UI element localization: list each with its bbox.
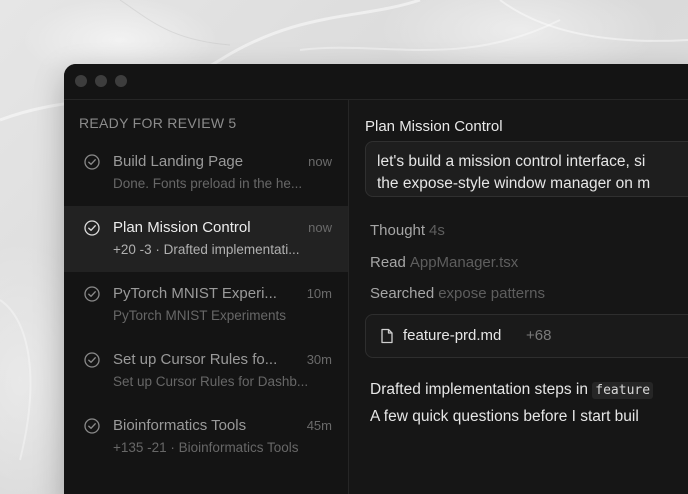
- step-searched[interactable]: Searched expose patterns: [370, 285, 545, 302]
- task-subtitle: +20 -3 · Drafted implementati...: [113, 242, 300, 257]
- task-title: PyTorch MNIST Experi...: [113, 285, 277, 302]
- task-time: 45m: [306, 418, 332, 433]
- step-label: Thought: [370, 222, 426, 239]
- check-circle-icon: [84, 154, 100, 170]
- section-count: 5: [228, 115, 237, 131]
- maximize-window-button[interactable]: [115, 75, 127, 87]
- step-read[interactable]: Read AppManager.tsx: [370, 254, 518, 271]
- check-circle-icon: [84, 220, 100, 236]
- step-detail: expose patterns: [438, 285, 545, 302]
- task-time: 10m: [306, 286, 332, 301]
- prompt-line: the expose-style window manager on m: [377, 175, 651, 192]
- task-item-plan-mission-control[interactable]: Plan Mission Control now +20 -3 · Drafte…: [64, 206, 348, 272]
- task-title: Plan Mission Control: [113, 219, 251, 236]
- section-title: READY FOR REVIEW: [79, 115, 225, 131]
- task-item-build-landing-page[interactable]: Build Landing Page now Done. Fonts prelo…: [64, 140, 348, 206]
- step-detail: 4s: [429, 222, 445, 239]
- app-window: READY FOR REVIEW 5 Build Landing Page now…: [64, 64, 688, 494]
- assistant-response: Drafted implementation steps in feature …: [370, 377, 654, 430]
- check-circle-icon: [84, 286, 100, 302]
- response-line: Drafted implementation steps in feature: [370, 377, 654, 404]
- prompt-line: let's build a mission control interface,…: [377, 153, 646, 170]
- sidebar: READY FOR REVIEW 5 Build Landing Page now…: [64, 100, 349, 494]
- step-label: Read: [370, 254, 406, 271]
- task-item-cursor-rules[interactable]: Set up Cursor Rules fo... 30m Set up Cur…: [64, 338, 348, 404]
- user-prompt-message[interactable]: let's build a mission control interface,…: [365, 141, 688, 197]
- task-item-pytorch-mnist[interactable]: PyTorch MNIST Experi... 10m PyTorch MNIS…: [64, 272, 348, 338]
- task-subtitle: +135 -21 · Bioinformatics Tools: [113, 440, 299, 455]
- section-header: READY FOR REVIEW 5: [79, 115, 236, 131]
- conversation-title: Plan Mission Control: [365, 118, 503, 135]
- check-circle-icon: [84, 418, 100, 434]
- task-time: now: [308, 154, 332, 169]
- check-circle-icon: [84, 352, 100, 368]
- file-delta: +68: [526, 327, 552, 344]
- task-title: Build Landing Page: [113, 153, 244, 170]
- task-subtitle: Set up Cursor Rules for Dashb...: [113, 374, 309, 389]
- step-detail: AppManager.tsx: [409, 254, 519, 271]
- response-text: Drafted implementation steps in: [370, 381, 593, 398]
- task-subtitle: PyTorch MNIST Experiments: [113, 308, 287, 323]
- inline-code: feature: [592, 382, 654, 399]
- conversation-pane: Plan Mission Control let's build a missi…: [349, 100, 688, 494]
- file-name: feature-prd.md: [403, 327, 502, 344]
- task-time: now: [308, 220, 332, 235]
- step-thought[interactable]: Thought 4s: [370, 222, 445, 239]
- file-change-card[interactable]: feature-prd.md +68: [365, 314, 688, 358]
- response-line: A few quick questions before I start bui…: [370, 408, 639, 425]
- task-title: Bioinformatics Tools: [113, 417, 247, 434]
- task-title: Set up Cursor Rules fo...: [113, 351, 278, 368]
- minimize-window-button[interactable]: [95, 75, 107, 87]
- task-time: 30m: [306, 352, 332, 367]
- file-icon: [381, 328, 393, 344]
- step-label: Searched: [370, 285, 435, 302]
- task-subtitle: Done. Fonts preload in the he...: [113, 176, 303, 191]
- task-item-bioinformatics-tools[interactable]: Bioinformatics Tools 45m +135 -21 · Bioi…: [64, 404, 348, 470]
- close-window-button[interactable]: [75, 75, 87, 87]
- title-bar: [64, 64, 688, 100]
